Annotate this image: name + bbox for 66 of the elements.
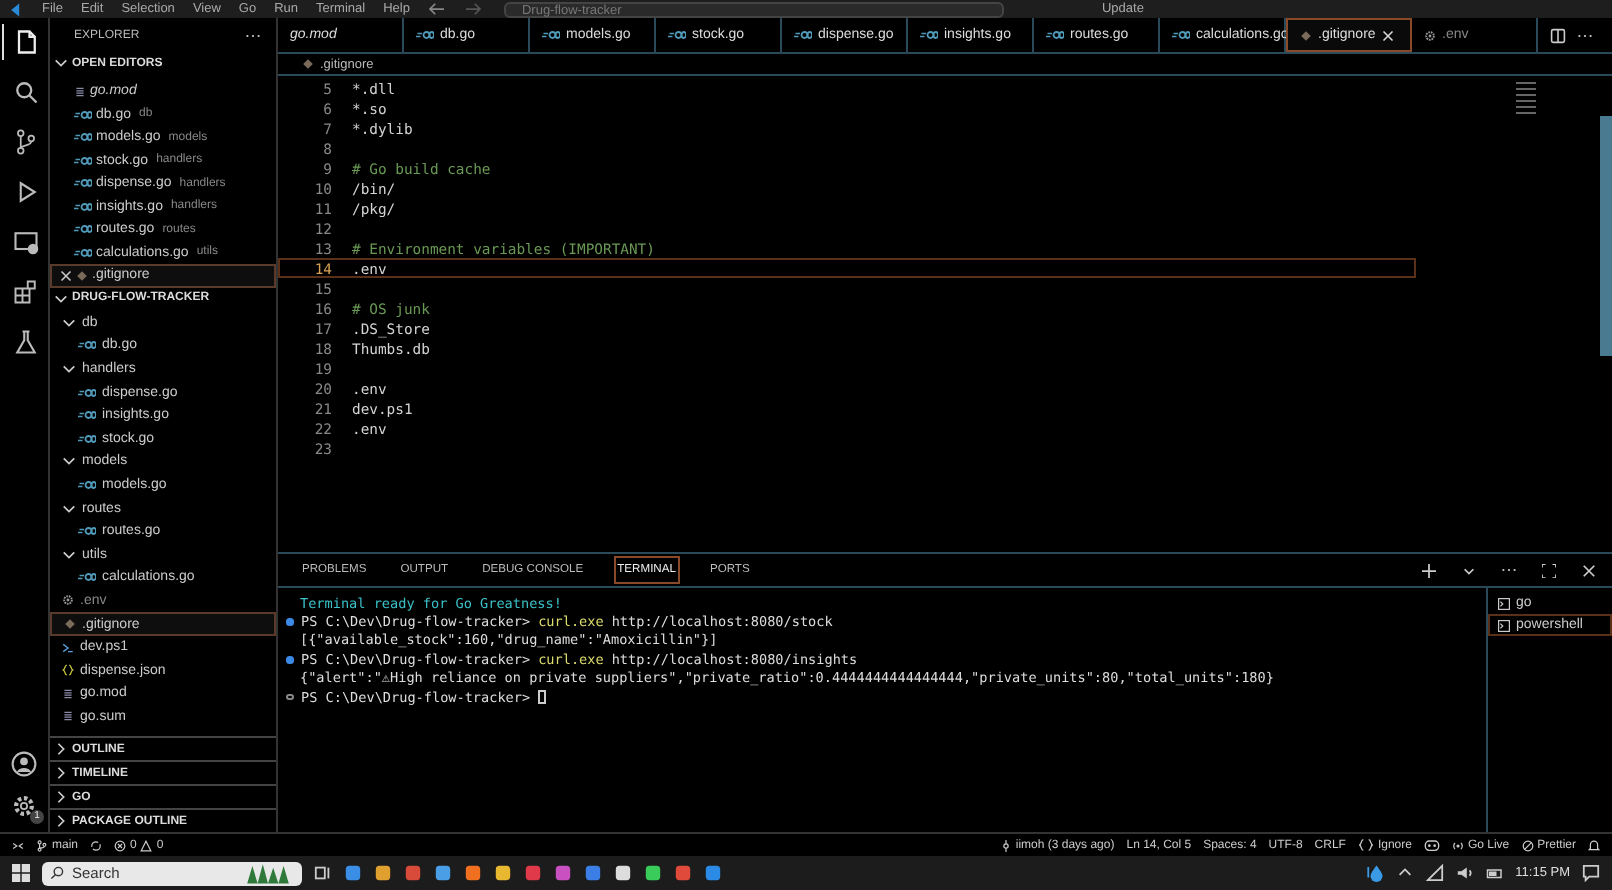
go-file-icon (78, 526, 96, 537)
go-file-icon (794, 30, 812, 40)
trees-drawing (242, 862, 294, 884)
branch-icon (36, 839, 48, 851)
notifications-icon[interactable] (1588, 839, 1600, 851)
close-icon[interactable] (60, 269, 72, 282)
copilot-icon[interactable] (1423, 838, 1440, 852)
go-file-icon (78, 479, 96, 490)
account-icon[interactable] (10, 750, 38, 778)
diamond-icon (76, 269, 88, 282)
notification-center-icon[interactable] (1582, 864, 1600, 882)
go-file-icon (74, 224, 92, 235)
go-file-icon (78, 572, 96, 583)
lines-file-icon (74, 85, 86, 98)
close-icon[interactable] (1582, 563, 1596, 577)
go-file-icon (74, 132, 92, 143)
wifi-icon[interactable] (1425, 864, 1444, 882)
terminal-cursor (538, 690, 547, 705)
go-file-icon (542, 30, 560, 40)
battery-icon[interactable] (1485, 864, 1504, 882)
sync-icon[interactable] (90, 839, 103, 851)
broadcast-icon (1451, 839, 1464, 851)
warning-icon (140, 839, 153, 851)
go-file-icon (78, 433, 96, 444)
diamond-icon (1300, 29, 1312, 41)
maximize-icon[interactable] (1542, 563, 1556, 577)
start-icon[interactable] (12, 864, 30, 882)
terminal-icon (1498, 619, 1510, 631)
go-file-icon (416, 30, 434, 40)
terminal-icon (1498, 597, 1510, 609)
go-file-icon (78, 410, 96, 421)
braces-icon (62, 664, 74, 677)
water-drop-icon[interactable] (1365, 864, 1384, 882)
go-file-icon (74, 178, 92, 189)
go-file-icon (1046, 30, 1064, 40)
close-icon[interactable] (1381, 29, 1394, 41)
task-view-icon[interactable] (314, 864, 332, 882)
plus-icon[interactable] (1422, 563, 1436, 577)
speaker-icon[interactable] (1455, 864, 1474, 882)
commit-icon (999, 839, 1012, 851)
braces-icon (1357, 838, 1374, 852)
go-file-icon (74, 109, 92, 120)
go-file-icon (78, 340, 96, 351)
diamond-icon (302, 58, 314, 70)
go-file-icon (74, 201, 92, 212)
slashed-circle-icon (1521, 839, 1534, 851)
chevron-down-icon[interactable] (1462, 563, 1476, 577)
go-file-icon (668, 30, 686, 40)
terminal-prompt-icon (62, 641, 74, 654)
go-file-icon (1172, 30, 1190, 40)
remote-icon[interactable] (12, 839, 24, 851)
error-icon (114, 839, 127, 851)
gear-icon (62, 594, 74, 607)
go-file-icon (78, 387, 96, 398)
go-file-icon (74, 247, 92, 258)
settings-icon[interactable] (10, 792, 38, 820)
go-file-icon (920, 30, 938, 40)
split-editor-icon[interactable] (1550, 27, 1566, 43)
back-arrow-icon[interactable] (427, 2, 446, 16)
go-file-icon (74, 155, 92, 166)
lines-file-icon (62, 710, 74, 723)
search-icon (50, 866, 64, 880)
scrollbar[interactable] (1600, 116, 1612, 356)
lines-file-icon (62, 687, 74, 700)
gear-icon (1424, 29, 1436, 41)
diamond-icon (64, 618, 76, 631)
